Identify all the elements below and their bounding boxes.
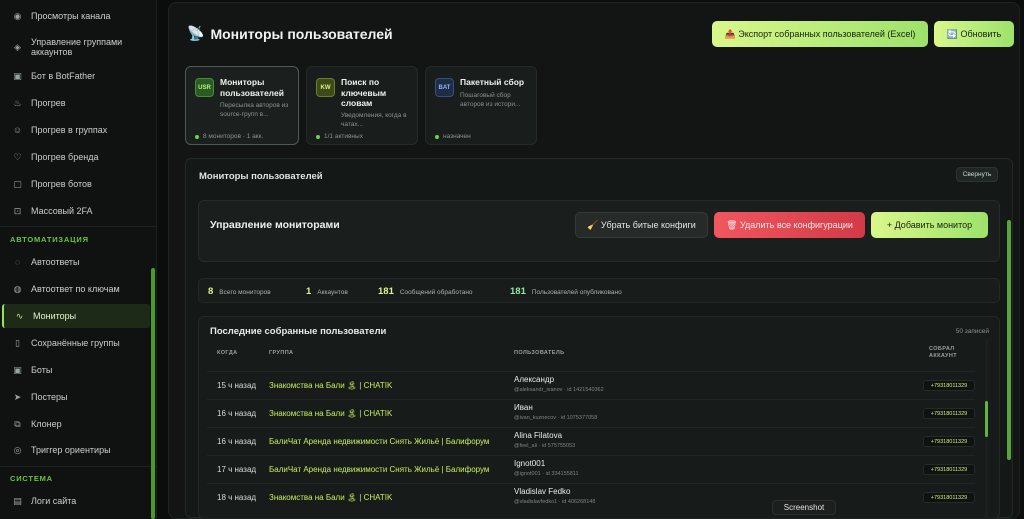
tile-title: Пакетный сбор <box>460 77 525 87</box>
tile-title: Мониторы пользователей <box>220 77 284 98</box>
tile-status: назначен <box>435 133 471 140</box>
add-monitor-button[interactable]: + Добавить монитор <box>871 212 988 238</box>
sidebar-item-site-logs[interactable]: ▤ Логи сайта <box>2 494 150 508</box>
stat-monitors: 8 Всего мониторов <box>208 286 271 297</box>
sidebar-item-account-groups[interactable]: ◈ Управление группами аккаунтов <box>2 36 150 58</box>
tile-title: Поиск по ключевым словам <box>341 77 387 108</box>
collected-users-table: Последние собранные пользователи 50 запи… <box>198 316 1000 518</box>
sidebar-item-mass-2fa[interactable]: ⊡ Массовый 2FA <box>2 204 150 218</box>
copy-icon: ⧉ <box>14 418 21 429</box>
col-account: СОБРАЛ АККАУНТ <box>929 346 958 359</box>
account-badge: +79318011329 <box>923 492 975 503</box>
main-panel: 📡 Мониторы пользователей 📤 Экспорт собра… <box>168 2 1020 519</box>
users-icon: ☺ <box>12 125 23 135</box>
divider <box>0 226 157 227</box>
monitor-management: Управление мониторами 🧹 Убрать битые кон… <box>198 200 1000 262</box>
kw-badge: KW <box>316 78 335 97</box>
export-button[interactable]: 📤 Экспорт собранных пользователей (Excel… <box>712 21 928 47</box>
sidebar-item-triggers[interactable]: ◎ Триггер ориентиры <box>2 443 150 457</box>
table-row[interactable]: 15 ч назад Знакомства на Бали 🏝 | CHATIK… <box>207 371 975 399</box>
col-group: ГРУППА <box>269 350 294 356</box>
tile-desc: Пошаговый сбор авторов из истори... <box>460 92 521 108</box>
layers-icon: ◈ <box>14 42 21 52</box>
delete-all-configs-button[interactable]: 🗑 Удалить все конфигурации <box>714 212 865 238</box>
send-icon: ➤ <box>13 391 22 402</box>
sidebar-item-monitors[interactable]: ∿ Мониторы <box>2 304 150 328</box>
box-icon: ▢ <box>13 178 22 189</box>
tile-status: 1/1 активных <box>316 133 363 140</box>
users-title: Последние собранные пользователи <box>210 326 387 337</box>
tile-desc: Пересылка авторов из source-групп в... <box>220 102 289 118</box>
sidebar-item-warmup-groups[interactable]: ☺ Прогрев в группах <box>2 123 150 137</box>
sidebar-item-autoreplies[interactable]: ◌ Автоответы <box>2 255 150 269</box>
satellite-icon: 📡 <box>187 25 205 41</box>
sidebar-item-warmup[interactable]: ♨ Прогрев <box>2 96 150 110</box>
bookmark-icon: ▯ <box>15 337 20 348</box>
section-automation: АВТОМАТИЗАЦИЯ <box>10 235 89 244</box>
stats-bar: 8 Всего мониторов 1 Аккаунтов 181 Сообщений… <box>198 278 1000 303</box>
sidebar-item-channel-views[interactable]: ◉ Просмотры канала <box>2 9 150 23</box>
bot-icon: ▣ <box>13 364 22 375</box>
pulse-icon: ∿ <box>15 310 24 321</box>
sidebar-item-cloner[interactable]: ⧉ Клонер <box>2 417 150 431</box>
chat-icon: ◌ <box>14 257 21 267</box>
table-scrollbar[interactable] <box>985 339 988 518</box>
target-icon: ◎ <box>13 444 22 455</box>
log-icon: ▤ <box>13 495 22 506</box>
status-dot-icon <box>195 134 199 139</box>
stat-accounts: 1 Аккаунтов <box>306 286 348 297</box>
sidebar-item-bots[interactable]: ▣ Боты <box>2 363 150 377</box>
stat-messages: 181 Сообщений обработано <box>378 286 473 297</box>
account-badge: +79318011329 <box>923 380 975 391</box>
tile-desc: Уведомления, когда в чатах... <box>341 112 407 128</box>
sidebar: ◉ Просмотры канала ◈ Управление группами а… <box>0 0 157 519</box>
section-title: Мониторы пользователей <box>199 171 323 182</box>
tile-batch-collect[interactable]: BAT Пакетный сбор Пошаговый сбор авторов… <box>425 66 537 145</box>
heart-icon: ♡ <box>13 151 22 162</box>
page-scrollbar[interactable] <box>1007 220 1011 460</box>
bat-badge: BAT <box>435 78 454 97</box>
tile-keyword-search[interactable]: KW Поиск по ключевым словам Уведомления,… <box>306 66 418 145</box>
monitors-section: Мониторы пользователей Свернуть Управлен… <box>185 158 1013 518</box>
table-row[interactable]: 17 ч назад БалиЧат Аренда недвижимости С… <box>207 455 975 483</box>
tile-status: 8 мониторов · 1 акк. <box>195 133 263 140</box>
sidebar-item-saved-groups[interactable]: ▯ Сохранённые группы <box>2 336 150 350</box>
col-user: ПОЛЬЗОВАТЕЛЬ <box>514 350 565 356</box>
tile-user-monitors[interactable]: USR Мониторы пользователей Пересылка авт… <box>185 66 299 145</box>
account-badge: +79318011329 <box>923 464 975 475</box>
divider <box>0 466 157 467</box>
chat-key-icon: ◍ <box>13 283 22 294</box>
sidebar-item-warmup-brand[interactable]: ♡ Прогрев бренда <box>2 150 150 164</box>
status-dot-icon <box>316 134 320 139</box>
sidebar-scrollbar[interactable] <box>151 268 155 519</box>
mgmt-title: Управление мониторами <box>210 219 340 231</box>
account-badge: +79318011329 <box>923 436 975 447</box>
sidebar-item-warmup-bots[interactable]: ▢ Прогрев ботов <box>2 177 150 191</box>
account-badge: +79318011329 <box>923 408 975 419</box>
usr-badge: USR <box>195 78 214 97</box>
stat-published: 181 Пользователей опубликовано <box>510 286 622 297</box>
page-title: 📡 Мониторы пользователей <box>187 25 393 42</box>
sidebar-item-posters[interactable]: ➤ Постеры <box>2 390 150 404</box>
sidebar-item-autoreply-keys[interactable]: ◍ Автоответ по ключам <box>2 282 150 296</box>
table-row[interactable]: 16 ч назад БалиЧат Аренда недвижимости С… <box>207 427 975 455</box>
flame-icon: ♨ <box>13 97 22 108</box>
status-dot-icon <box>435 134 439 139</box>
refresh-button[interactable]: 🔄 Обновить <box>934 21 1014 47</box>
sidebar-item-botfather[interactable]: ▣ Бот в BotFather <box>2 69 150 83</box>
section-system: СИСТЕМА <box>10 474 53 483</box>
users-count: 50 записей <box>955 328 989 335</box>
col-when: КОГДА <box>217 350 238 356</box>
remove-broken-configs-button[interactable]: 🧹 Убрать битые конфиги <box>575 212 708 238</box>
table-scroll-thumb[interactable] <box>985 401 988 437</box>
collapse-button[interactable]: Свернуть <box>956 167 998 182</box>
eye-icon: ◉ <box>13 10 22 21</box>
bot-icon: ▣ <box>13 70 22 81</box>
table-row[interactable]: 16 ч назад Знакомства на Бали 🏝 | CHATIK… <box>207 399 975 427</box>
lock-icon: ⊡ <box>13 205 22 216</box>
screenshot-label: Screenshot <box>772 500 836 515</box>
table-row[interactable]: 18 ч назад Знакомства на Бали 🏝 | CHATIK… <box>207 483 975 511</box>
